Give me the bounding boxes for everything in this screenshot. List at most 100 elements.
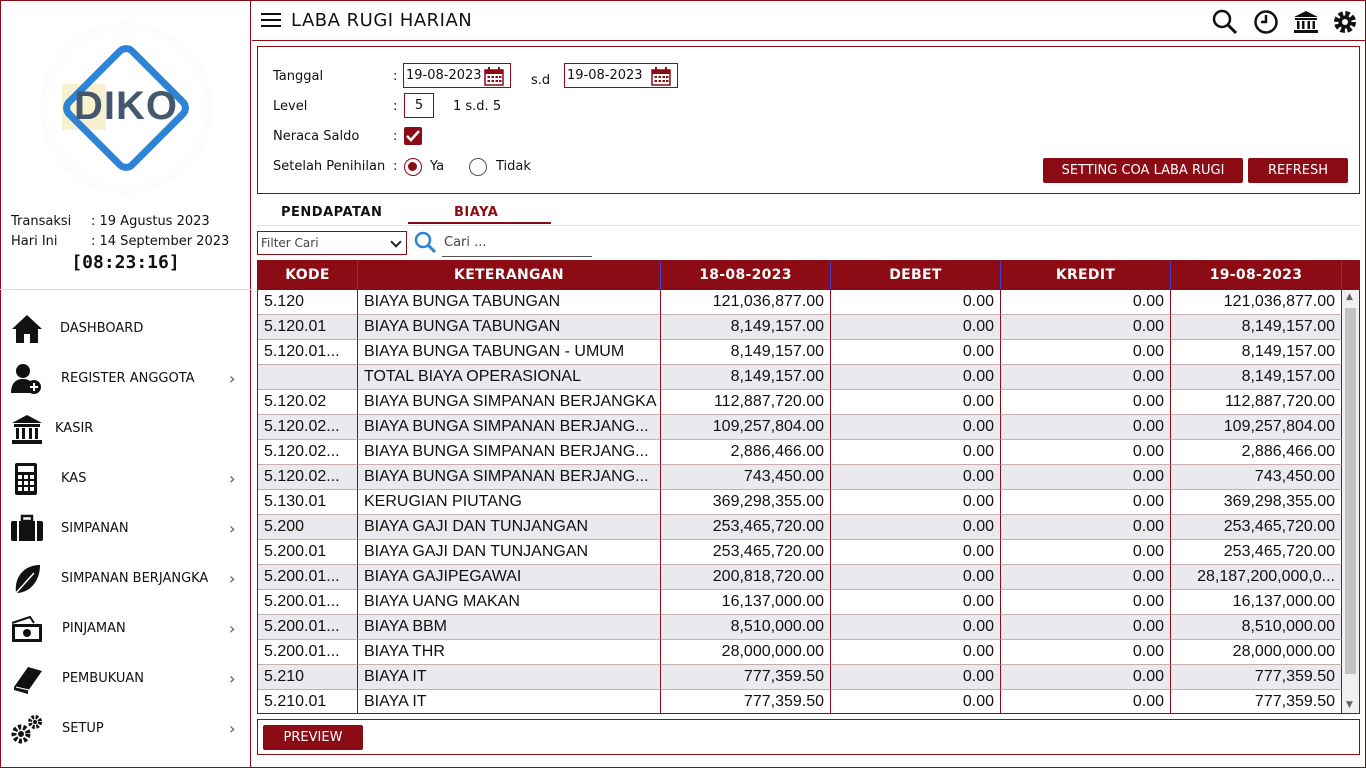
search-icon[interactable] (1212, 9, 1238, 35)
search-icon[interactable] (414, 231, 436, 253)
cell-kode: 5.200.01 (258, 540, 358, 565)
col-debet[interactable]: DEBET (831, 261, 1001, 290)
cell-keterangan: BIAYA GAJI DAN TUNJANGAN (358, 515, 661, 540)
cell-curr-amount: 743,450.00 (1171, 465, 1342, 490)
col-keterangan[interactable]: KETERANGAN (358, 261, 661, 290)
table-row[interactable]: 5.210 BIAYA IT 777,359.50 0.00 0.00 777,359.5… (258, 665, 1342, 690)
col-kredit[interactable]: KREDIT (1001, 261, 1171, 290)
radio-tidak[interactable] (469, 158, 487, 176)
cell-curr-amount: 253,465,720.00 (1171, 540, 1342, 565)
menu-item-kas[interactable]: KAS › (0, 454, 251, 504)
scrollbar-thumb[interactable] (1345, 308, 1356, 674)
cell-debet: 0.00 (831, 615, 1001, 640)
cell-kode: 5.200.01... (258, 565, 358, 590)
table-row[interactable]: TOTAL BIAYA OPERASIONAL 8,149,157.00 0.00 0… (258, 365, 1342, 390)
cell-prev-amount: 777,359.50 (661, 690, 831, 713)
table-row[interactable]: 5.210.01 BIAYA IT 777,359.50 0.00 0.00 777,35… (258, 690, 1342, 713)
cell-keterangan: BIAYA BUNGA SIMPANAN BERJANG... (358, 440, 661, 465)
calendar-icon[interactable] (484, 67, 504, 86)
gears-icon (11, 715, 42, 744)
main-content: LABA RUGI HARIAN Tanggal : 19-08-2023 s.… (252, 0, 1366, 768)
leaf-icon (15, 565, 40, 594)
cell-prev-amount: 253,465,720.00 (661, 515, 831, 540)
sidebar: DIKO Transaksi : 19 Agustus 2023 Hari In… (0, 0, 251, 768)
level-input[interactable]: 5 (404, 93, 434, 118)
cell-curr-amount: 8,149,157.00 (1171, 340, 1342, 365)
chevron-right-icon: › (229, 669, 236, 688)
cell-kode: 5.200 (258, 515, 358, 540)
bank-icon[interactable] (1293, 9, 1319, 35)
menu-item-kasir[interactable]: KASIR (0, 404, 251, 454)
table-row[interactable]: 5.200 BIAYA GAJI DAN TUNJANGAN 253,465,720… (258, 515, 1342, 540)
vertical-scrollbar[interactable]: ▲ ▼ (1342, 290, 1359, 713)
table-row[interactable]: 5.130.01 KERUGIAN PIUTANG 369,298,355.00 0.… (258, 490, 1342, 515)
cell-kode: 5.120.01 (258, 315, 358, 340)
cell-prev-amount: 121,036,877.00 (661, 290, 831, 315)
cell-debet: 0.00 (831, 290, 1001, 315)
table-row[interactable]: 5.200.01 BIAYA GAJI DAN TUNJANGAN 253,465,… (258, 540, 1342, 565)
menu-item-simpanan-berjangka[interactable]: SIMPANAN BERJANGKA › (0, 554, 251, 604)
scroll-up-icon[interactable]: ▲ (1346, 292, 1353, 302)
hamburger-menu-icon[interactable] (261, 13, 281, 28)
cell-prev-amount: 16,137,000.00 (661, 590, 831, 615)
transaksi-value: : 19 Agustus 2023 (91, 214, 210, 229)
date-from-value: 19-08-2023 (406, 68, 482, 83)
menu-item-pinjaman[interactable]: PINJAMAN › (0, 604, 251, 654)
table-row[interactable]: 5.200.01... BIAYA UANG MAKAN 16,137,000.00… (258, 590, 1342, 615)
cell-keterangan: BIAYA BUNGA TABUNGAN (358, 290, 661, 315)
search-input[interactable]: Cari ... (442, 231, 592, 257)
date-to-field[interactable]: 19-08-2023 (564, 63, 678, 88)
cell-curr-amount: 253,465,720.00 (1171, 515, 1342, 540)
menu-item-dashboard[interactable]: DASHBOARD (0, 304, 251, 354)
table-row[interactable]: 5.120.02... BIAYA BUNGA SIMPANAN BERJANG.… (258, 415, 1342, 440)
scroll-down-icon[interactable]: ▼ (1346, 700, 1353, 710)
penihilan-label: Setelah Penihilan (273, 159, 386, 174)
table-row[interactable]: 5.200.01... BIAYA GAJIPEGAWAI 200,818,720.… (258, 565, 1342, 590)
table-row[interactable]: 5.120.01... BIAYA BUNGA TABUNGAN - UMUM 8,… (258, 340, 1342, 365)
menu-label: PEMBUKUAN (62, 671, 145, 686)
menu-item-register-anggota[interactable]: REGISTER ANGGOTA › (0, 354, 251, 404)
cell-prev-amount: 8,149,157.00 (661, 315, 831, 340)
col-curr-date[interactable]: 19-08-2023 (1171, 261, 1342, 290)
hari-ini-label: Hari Ini (11, 234, 58, 249)
cell-curr-amount: 28,000,000.00 (1171, 640, 1342, 665)
col-prev-date[interactable]: 18-08-2023 (661, 261, 831, 290)
table-row[interactable]: 5.120.02 BIAYA BUNGA SIMPANAN BERJANGKA 11… (258, 390, 1342, 415)
menu-item-setup[interactable]: SETUP › (0, 704, 251, 754)
tab-biaya[interactable]: BIAYA (454, 205, 498, 220)
table-row[interactable]: 5.120 BIAYA BUNGA TABUNGAN 121,036,877.00 0… (258, 290, 1342, 315)
home-icon (12, 315, 42, 343)
cell-debet: 0.00 (831, 340, 1001, 365)
refresh-button[interactable]: REFRESH (1248, 158, 1348, 183)
cell-debet: 0.00 (831, 315, 1001, 340)
menu-item-pembukuan[interactable]: PEMBUKUAN › (0, 654, 251, 704)
table-row[interactable]: 5.120.01 BIAYA BUNGA TABUNGAN 8,149,157.00… (258, 315, 1342, 340)
preview-button[interactable]: PREVIEW (263, 725, 363, 750)
cell-kode: 5.120.02 (258, 390, 358, 415)
table-row[interactable]: 5.120.02... BIAYA BUNGA SIMPANAN BERJANG.… (258, 465, 1342, 490)
cell-keterangan: KERUGIAN PIUTANG (358, 490, 661, 515)
menu-item-simpanan[interactable]: SIMPANAN › (0, 504, 251, 554)
app-logo: DIKO (40, 22, 212, 194)
tab-pendapatan[interactable]: PENDAPATAN (281, 205, 382, 220)
setting-coa-button[interactable]: SETTING COA LABA RUGI (1043, 158, 1243, 183)
clock-icon[interactable] (1253, 9, 1279, 35)
calendar-icon[interactable] (651, 67, 671, 86)
cell-keterangan: BIAYA THR (358, 640, 661, 665)
biaya-table: KODE KETERANGAN 18-08-2023 DEBET KREDIT … (257, 260, 1360, 714)
neraca-saldo-checkbox[interactable] (404, 127, 422, 145)
table-row[interactable]: 5.120.02... BIAYA BUNGA SIMPANAN BERJANG.… (258, 440, 1342, 465)
cell-debet: 0.00 (831, 665, 1001, 690)
date-from-field[interactable]: 19-08-2023 (403, 63, 511, 88)
filter-select[interactable]: Filter Cari (257, 231, 407, 255)
chevron-right-icon: › (229, 369, 236, 388)
col-kode[interactable]: KODE (258, 261, 358, 290)
cell-kredit: 0.00 (1001, 565, 1171, 590)
radio-ya[interactable] (404, 158, 422, 176)
table-row[interactable]: 5.200.01... BIAYA BBM 8,510,000.00 0.00 0.00… (258, 615, 1342, 640)
cell-prev-amount: 8,149,157.00 (661, 340, 831, 365)
cell-kredit: 0.00 (1001, 390, 1171, 415)
gear-icon[interactable] (1332, 9, 1358, 35)
cell-curr-amount: 8,149,157.00 (1171, 315, 1342, 340)
table-row[interactable]: 5.200.01... BIAYA THR 28,000,000.00 0.00 0.0… (258, 640, 1342, 665)
